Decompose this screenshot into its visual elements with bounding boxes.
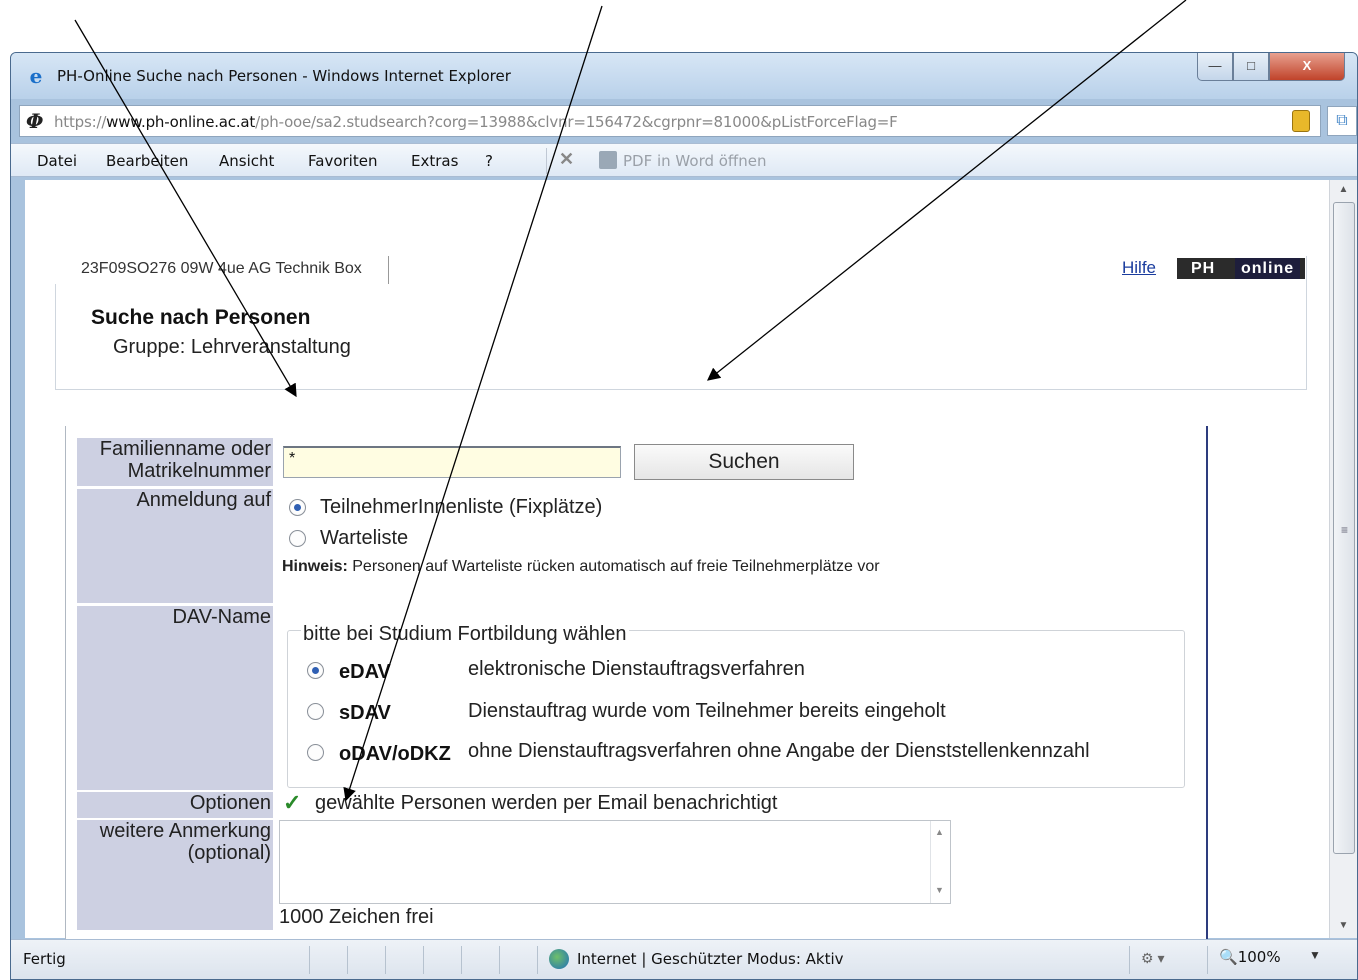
menu-extras[interactable]: Extras bbox=[411, 152, 458, 170]
name-label: Familienname oder Matrikelnummer bbox=[77, 438, 273, 486]
checkmark-icon: ✓ bbox=[283, 790, 302, 815]
grip-icon: ≡ bbox=[1341, 523, 1349, 537]
security-zone-text[interactable]: Internet | Geschützter Modus: Aktiv bbox=[577, 950, 844, 968]
radio-sdav[interactable] bbox=[307, 703, 324, 720]
logo-ph-text: PH bbox=[1191, 260, 1216, 277]
url-prefix: https:// bbox=[54, 113, 107, 131]
sdav-code[interactable]: sDAV bbox=[339, 702, 391, 725]
internet-explorer-icon: e bbox=[29, 64, 43, 88]
status-divider bbox=[347, 946, 348, 974]
address-bar[interactable]: Φ https://www.ph-online.ac.at/ph-ooe/sa2… bbox=[19, 105, 1321, 137]
status-text: Fertig bbox=[23, 950, 66, 968]
remark-textarea[interactable]: ▲ ▼ bbox=[279, 820, 951, 904]
window-title: PH-Online Suche nach Personen - Windows … bbox=[57, 67, 511, 85]
protected-mode-icon[interactable]: ⚙ ▾ bbox=[1141, 950, 1164, 967]
menu-ansicht[interactable]: Ansicht bbox=[219, 152, 274, 170]
menu-bar: Datei Bearbeiten Ansicht Favoriten Extra… bbox=[11, 143, 1357, 177]
edav-description: elektronische Dienstauftragsverfahren bbox=[468, 658, 805, 680]
url-path: /ph-ooe/sa2.studsearch?corg=13988&clvnr=… bbox=[255, 113, 898, 131]
minimize-button[interactable]: — bbox=[1197, 53, 1233, 81]
sdav-description: Dienstauftrag wurde vom Teilnehmer berei… bbox=[468, 700, 946, 722]
menu-datei[interactable]: Datei bbox=[37, 152, 77, 170]
title-bar: e PH-Online Suche nach Personen - Window… bbox=[11, 53, 1357, 99]
menu-separator bbox=[546, 148, 547, 174]
status-divider bbox=[499, 946, 500, 974]
pdf-icon bbox=[599, 151, 617, 169]
status-bar: Fertig Internet | Geschützter Modus: Akt… bbox=[11, 939, 1357, 979]
screenshot-stage: e PH-Online Suche nach Personen - Window… bbox=[0, 0, 1358, 980]
logo-online-text: online bbox=[1235, 258, 1301, 279]
options-label: Optionen bbox=[77, 792, 273, 818]
dav-legend: bitte bei Studium Fortbildung wählen bbox=[301, 623, 629, 646]
hint-bold: Hinweis: bbox=[282, 558, 348, 575]
course-tab[interactable]: 23F09SO276 09W 4ue AG Technik Box bbox=[55, 256, 389, 284]
scroll-up-icon[interactable]: ▲ bbox=[935, 827, 944, 837]
page-title: Suche nach Personen bbox=[91, 306, 311, 329]
close-window-button[interactable]: X bbox=[1269, 53, 1345, 81]
odav-description: ohne Dienstauftragsverfahren ohne Angabe… bbox=[468, 740, 1090, 762]
search-button[interactable]: Suchen bbox=[634, 444, 854, 480]
odav-code[interactable]: oDAV/oDKZ bbox=[339, 743, 451, 766]
address-url[interactable]: https://www.ph-online.ac.at/ph-ooe/sa2.s… bbox=[54, 113, 898, 131]
ph-online-logo: PH online bbox=[1177, 258, 1305, 279]
zoom-value: 100% bbox=[1237, 948, 1281, 966]
anmeldung-label: Anmeldung auf bbox=[77, 489, 273, 603]
radio-odav[interactable] bbox=[307, 744, 324, 761]
waitlist-hint: Hinweis: Personen auf Warteliste rücken … bbox=[282, 558, 880, 576]
scrollbar-thumb[interactable]: ≡ bbox=[1333, 202, 1355, 854]
status-divider bbox=[309, 946, 310, 974]
menu-bearbeiten[interactable]: Bearbeiten bbox=[106, 152, 188, 170]
radio-warteliste-label[interactable]: Warteliste bbox=[320, 527, 408, 550]
menu-favoriten[interactable]: Favoriten bbox=[308, 152, 377, 170]
close-toolbar-icon[interactable]: ✕ bbox=[559, 149, 574, 170]
compatibility-view-icon[interactable]: ⧉ bbox=[1327, 106, 1357, 136]
lock-icon[interactable] bbox=[1292, 110, 1310, 132]
name-search-input[interactable]: * bbox=[283, 446, 621, 478]
chars-remaining: 1000 Zeichen frei bbox=[279, 906, 434, 928]
chevron-down-icon[interactable]: ▼ bbox=[1309, 948, 1321, 962]
status-divider bbox=[1129, 946, 1130, 974]
status-divider bbox=[1207, 946, 1208, 974]
url-domain: www.ph-online.ac.at bbox=[106, 113, 256, 131]
browser-window: e PH-Online Suche nach Personen - Window… bbox=[10, 52, 1358, 980]
scroll-up-icon[interactable]: ▲ bbox=[1330, 180, 1357, 200]
page-scrollbar[interactable]: ▲ ≡ ▼ bbox=[1329, 180, 1357, 938]
radio-edav[interactable] bbox=[307, 662, 324, 679]
pdf-to-word-button[interactable]: PDF in Word öffnen bbox=[623, 152, 767, 170]
remark-scrollbar[interactable]: ▲ ▼ bbox=[930, 821, 950, 903]
dav-label: DAV-Name bbox=[77, 606, 273, 790]
page-content: 23F09SO276 09W 4ue AG Technik Box Hilfe … bbox=[25, 180, 1329, 962]
email-notification-text: gewählte Personen werden per Email benac… bbox=[315, 792, 778, 814]
page-subtitle: Gruppe: Lehrveranstaltung bbox=[113, 336, 351, 358]
edav-code[interactable]: eDAV bbox=[339, 661, 391, 684]
radio-teilnehmerliste[interactable] bbox=[289, 499, 306, 516]
help-link[interactable]: Hilfe bbox=[1122, 258, 1156, 278]
globe-icon bbox=[549, 949, 569, 969]
radio-warteliste[interactable] bbox=[289, 530, 306, 547]
zoom-level[interactable]: 🔍100% bbox=[1219, 948, 1281, 966]
scroll-down-icon[interactable]: ▼ bbox=[935, 885, 944, 895]
radio-teilnehmerliste-label[interactable]: TeilnehmerInnenliste (Fixplätze) bbox=[320, 496, 602, 519]
status-divider bbox=[537, 946, 538, 974]
menu-help[interactable]: ? bbox=[485, 152, 493, 170]
status-divider bbox=[385, 946, 386, 974]
remark-label: weitere Anmerkung (optional) bbox=[77, 820, 273, 930]
hint-text: Personen auf Warteliste rücken automatis… bbox=[352, 558, 880, 575]
status-divider bbox=[461, 946, 462, 974]
scroll-down-icon[interactable]: ▼ bbox=[1330, 916, 1357, 936]
site-favicon-icon: Φ bbox=[26, 109, 44, 133]
status-divider bbox=[423, 946, 424, 974]
maximize-button[interactable]: □ bbox=[1233, 53, 1269, 81]
